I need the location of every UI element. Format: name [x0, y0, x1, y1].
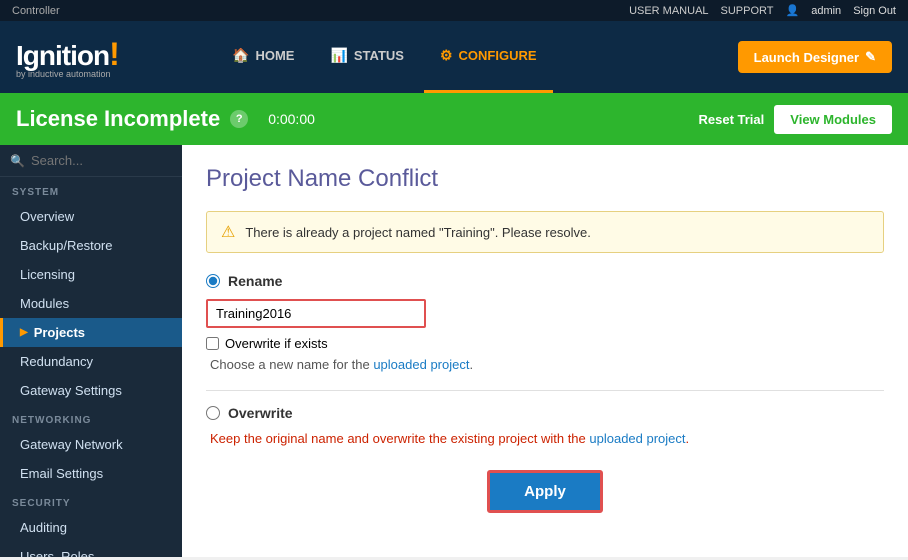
- uploaded-project-link2[interactable]: uploaded project: [589, 431, 685, 446]
- sidebar-item-email-settings[interactable]: Email Settings: [0, 459, 182, 488]
- sidebar-item-projects[interactable]: ▶ Projects: [0, 318, 182, 347]
- user-name-link[interactable]: admin: [811, 5, 841, 17]
- overwrite-exists-row: Overwrite if exists: [206, 336, 884, 351]
- license-help-button[interactable]: ?: [230, 110, 248, 128]
- overwrite-description: Keep the original name and overwrite the…: [210, 431, 884, 446]
- logo-area: Ignition! by inductive automation: [16, 36, 196, 79]
- search-icon: 🔍: [10, 154, 25, 168]
- header: Ignition! by inductive automation 🏠 HOME…: [0, 21, 908, 93]
- main-layout: 🔍 SYSTEM Overview Backup/Restore Licensi…: [0, 145, 908, 557]
- top-bar-right: USER MANUAL SUPPORT 👤 admin Sign Out: [629, 4, 896, 17]
- app-name: Controller: [12, 5, 60, 17]
- logo: Ignition! by inductive automation: [16, 36, 119, 79]
- sidebar-item-users-roles[interactable]: Users, Roles: [0, 542, 182, 557]
- overwrite-exists-label: Overwrite if exists: [225, 336, 328, 351]
- header-right: Launch Designer ✎: [738, 41, 892, 73]
- networking-section-label: NETWORKING: [0, 405, 182, 430]
- license-title: License Incomplete: [16, 106, 220, 132]
- reset-trial-button[interactable]: Reset Trial: [699, 112, 765, 127]
- home-icon: 🏠: [232, 47, 249, 64]
- view-modules-button[interactable]: View Modules: [774, 105, 892, 134]
- status-icon: 📊: [330, 47, 347, 64]
- nav-home[interactable]: 🏠 HOME: [216, 21, 310, 93]
- search-bar: 🔍: [0, 145, 182, 177]
- overwrite-radio[interactable]: [206, 406, 220, 420]
- overwrite-exists-checkbox[interactable]: [206, 337, 219, 350]
- warning-box: ⚠ There is already a project named "Trai…: [206, 211, 884, 253]
- sidebar-item-overview[interactable]: Overview: [0, 202, 182, 231]
- page-title: Project Name Conflict: [206, 165, 884, 193]
- overwrite-section: Overwrite Keep the original name and ove…: [206, 405, 884, 446]
- sidebar-item-gateway-settings[interactable]: Gateway Settings: [0, 376, 182, 405]
- rename-option-header: Rename: [206, 273, 884, 289]
- system-section-label: SYSTEM: [0, 177, 182, 202]
- license-timer: 0:00:00: [268, 111, 315, 127]
- support-link[interactable]: SUPPORT: [721, 5, 774, 17]
- active-arrow-icon: ▶: [20, 327, 28, 338]
- rename-label: Rename: [228, 273, 282, 289]
- sidebar: 🔍 SYSTEM Overview Backup/Restore Licensi…: [0, 145, 182, 557]
- nav-configure[interactable]: ⚙ CONFIGURE: [424, 21, 553, 93]
- license-bar: License Incomplete ? 0:00:00 Reset Trial…: [0, 93, 908, 145]
- uploaded-project-link[interactable]: uploaded project: [373, 357, 469, 372]
- top-bar: Controller USER MANUAL SUPPORT 👤 admin S…: [0, 0, 908, 21]
- launch-designer-button[interactable]: Launch Designer ✎: [738, 41, 892, 73]
- sidebar-item-backup-restore[interactable]: Backup/Restore: [0, 231, 182, 260]
- license-bar-left: License Incomplete ? 0:00:00: [16, 106, 699, 132]
- nav-status[interactable]: 📊 STATUS: [314, 21, 420, 93]
- apply-section: Apply: [206, 470, 884, 513]
- sidebar-item-redundancy[interactable]: Redundancy: [0, 347, 182, 376]
- overwrite-label: Overwrite: [228, 405, 293, 421]
- warning-icon: ⚠: [221, 222, 235, 242]
- user-manual-link[interactable]: USER MANUAL: [629, 5, 708, 17]
- sidebar-item-gateway-network[interactable]: Gateway Network: [0, 430, 182, 459]
- rename-radio[interactable]: [206, 274, 220, 288]
- sidebar-item-licensing[interactable]: Licensing: [0, 260, 182, 289]
- license-bar-right: Reset Trial View Modules: [699, 105, 893, 134]
- rename-section: Rename Overwrite if exists Choose a new …: [206, 273, 884, 372]
- search-input[interactable]: [31, 153, 172, 168]
- warning-text: There is already a project named "Traini…: [245, 225, 590, 240]
- main-nav: 🏠 HOME 📊 STATUS ⚙ CONFIGURE: [196, 21, 738, 93]
- sign-out-link[interactable]: Sign Out: [853, 5, 896, 17]
- user-icon: 👤: [786, 4, 800, 17]
- security-section-label: SECURITY: [0, 488, 182, 513]
- apply-button[interactable]: Apply: [487, 470, 603, 513]
- overwrite-option-header: Overwrite: [206, 405, 884, 421]
- launch-icon: ✎: [865, 49, 876, 65]
- sidebar-item-modules[interactable]: Modules: [0, 289, 182, 318]
- content-area: Project Name Conflict ⚠ There is already…: [182, 145, 908, 557]
- configure-icon: ⚙: [440, 47, 453, 64]
- divider: [206, 390, 884, 391]
- rename-help-text: Choose a new name for the uploaded proje…: [210, 357, 884, 372]
- rename-input[interactable]: [206, 299, 426, 328]
- sidebar-item-auditing[interactable]: Auditing: [0, 513, 182, 542]
